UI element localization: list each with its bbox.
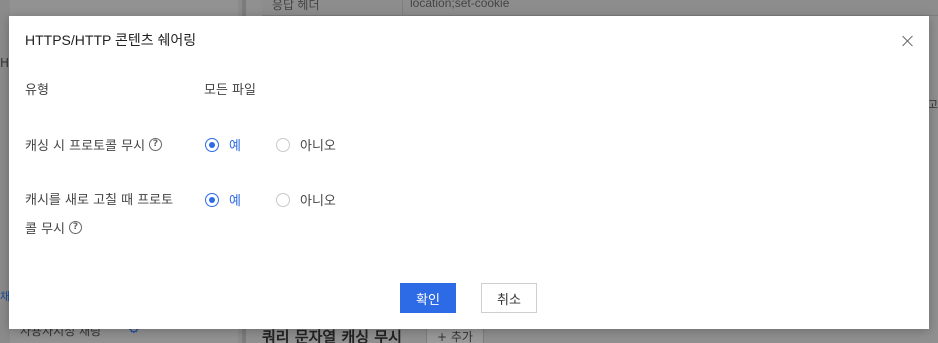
dialog-title: HTTPS/HTTP 콘텐츠 쉐어링: [25, 32, 197, 48]
radio-label: 아니오: [300, 194, 336, 209]
ignore-protocol-cache-label-text: 캐싱 시 프로토콜 무시: [25, 139, 146, 154]
cancel-button[interactable]: 취소: [481, 283, 537, 313]
radio-unchecked-icon[interactable]: [276, 137, 290, 152]
ignore-protocol-cache-yes[interactable]: 예: [205, 135, 241, 154]
background-table-row: 응답 헤더 location;set-cookie: [262, 0, 938, 16]
help-icon[interactable]: ?: [69, 221, 83, 234]
help-icon[interactable]: ?: [149, 138, 163, 151]
ignore-protocol-refresh-label-line2: 콜 무시 ?: [25, 218, 83, 237]
radio-label: 예: [229, 139, 241, 154]
radio-label: 아니오: [300, 139, 336, 154]
type-label-text: 유형: [25, 83, 49, 98]
ignore-protocol-refresh-label-text-2: 콜 무시: [25, 222, 66, 237]
ignore-protocol-cache-no[interactable]: 아니오: [276, 135, 336, 154]
ignore-protocol-refresh-yes[interactable]: 예: [205, 190, 241, 209]
type-value: 모든 파일: [204, 83, 256, 98]
ignore-protocol-refresh-no[interactable]: 아니오: [276, 190, 336, 209]
background-table-cell: 응답 헤더: [272, 0, 320, 12]
background-right-cut-text: 고: [927, 98, 938, 111]
dialog: HTTPS/HTTP 콘텐츠 쉐어링 유형 모든 파일 캐싱 시 프로토콜 무시…: [9, 16, 929, 329]
radio-checked-icon[interactable]: [205, 137, 219, 152]
radio-label: 예: [229, 194, 241, 209]
background-table-cell: location;set-cookie: [410, 0, 510, 10]
radio-checked-icon[interactable]: [205, 192, 219, 207]
background-table-divider: [402, 0, 403, 16]
ignore-protocol-refresh-label-line1: 캐시를 새로 고칠 때 프로토: [25, 189, 173, 208]
radio-unchecked-icon[interactable]: [276, 192, 290, 207]
confirm-button[interactable]: 확인: [400, 283, 456, 313]
close-icon[interactable]: [901, 34, 915, 48]
type-label: 유형: [25, 79, 49, 98]
ignore-protocol-refresh-label-text: 캐시를 새로 고칠 때 프로토: [25, 193, 174, 208]
ignore-protocol-cache-label: 캐싱 시 프로토콜 무시 ?: [25, 135, 163, 154]
